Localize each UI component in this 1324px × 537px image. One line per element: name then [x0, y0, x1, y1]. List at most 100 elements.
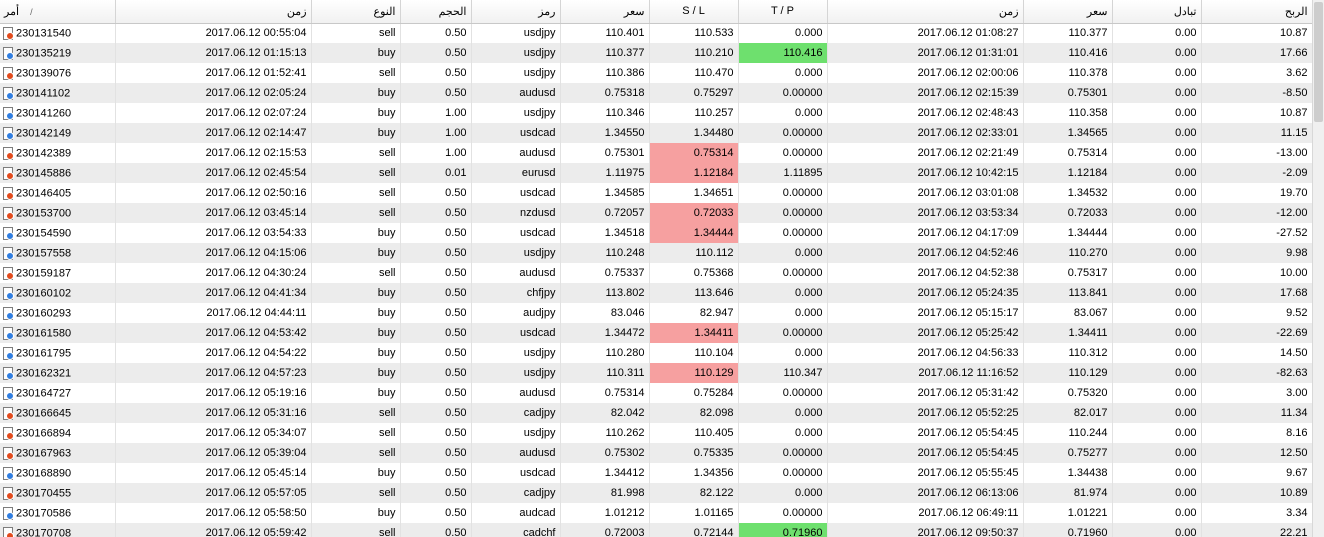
cell-open-price: 110.248	[560, 243, 650, 263]
vertical-scrollbar[interactable]	[1312, 0, 1324, 537]
cell-swap: 0.00	[1112, 243, 1202, 263]
cell-open-price: 1.34550	[560, 123, 650, 143]
column-header-sl[interactable]: S / L	[649, 0, 739, 24]
table-row[interactable]: 230170455 2017.06.12 05:57:05 sell 0.50 cadj…	[0, 483, 1312, 503]
cell-profit: 9.67	[1201, 463, 1312, 483]
table-row[interactable]: 230142149 2017.06.12 02:14:47 buy 1.00 usdca…	[0, 123, 1312, 143]
column-header-close-time[interactable]: زمن	[827, 0, 1024, 24]
header-row: أمر / زمن النوع الحجم رمز سعر S / L T / …	[0, 0, 1312, 24]
cell-ticket: 230142149	[0, 123, 116, 143]
cell-swap: 0.00	[1112, 183, 1202, 203]
cell-ticket: 230161580	[0, 323, 116, 343]
cell-sl: 82.098	[649, 403, 739, 423]
cell-swap: 0.00	[1112, 103, 1202, 123]
cell-profit: 14.50	[1201, 343, 1312, 363]
ticket-number: 230161795	[16, 346, 72, 359]
cell-open-time: 2017.06.12 04:54:22	[115, 343, 312, 363]
cell-close-time: 2017.06.12 04:17:09	[827, 223, 1024, 243]
cell-sl: 1.34480	[649, 123, 739, 143]
cell-volume: 0.50	[400, 183, 472, 203]
table-row[interactable]: 230166894 2017.06.12 05:34:07 sell 0.50 usdj…	[0, 423, 1312, 443]
ticket-number: 230168890	[16, 466, 72, 479]
table-row[interactable]: 230164727 2017.06.12 05:19:16 buy 0.50 audus…	[0, 383, 1312, 403]
cell-close-time: 2017.06.12 02:48:43	[827, 103, 1024, 123]
sell-order-icon	[2, 66, 14, 80]
table-row[interactable]: 230131540 2017.06.12 00:55:04 sell 0.50 usdj…	[0, 23, 1312, 43]
cell-sl: 113.646	[649, 283, 739, 303]
ticket-number: 230142149	[16, 126, 72, 139]
cell-symbol: audusd	[471, 443, 561, 463]
table-row[interactable]: 230167963 2017.06.12 05:39:04 sell 0.50 audu…	[0, 443, 1312, 463]
cell-type: buy	[311, 363, 401, 383]
cell-open-price: 83.046	[560, 303, 650, 323]
cell-ticket: 230170586	[0, 503, 116, 523]
buy-order-icon	[2, 326, 14, 340]
table-row[interactable]: 230160102 2017.06.12 04:41:34 buy 0.50 chfjp…	[0, 283, 1312, 303]
cell-symbol: audusd	[471, 263, 561, 283]
cell-swap: 0.00	[1112, 463, 1202, 483]
cell-type: buy	[311, 503, 401, 523]
cell-close-time: 2017.06.12 05:55:45	[827, 463, 1024, 483]
table-row[interactable]: 230139076 2017.06.12 01:52:41 sell 0.50 usdj…	[0, 63, 1312, 83]
table-row[interactable]: 230157558 2017.06.12 04:15:06 buy 0.50 usdjp…	[0, 243, 1312, 263]
cell-close-time: 2017.06.12 06:49:11	[827, 503, 1024, 523]
buy-order-icon	[2, 106, 14, 120]
cell-close-time: 2017.06.12 10:42:15	[827, 163, 1024, 183]
table-row[interactable]: 230154590 2017.06.12 03:54:33 buy 0.50 usdca…	[0, 223, 1312, 243]
cell-type: buy	[311, 43, 401, 63]
table-row[interactable]: 230170708 2017.06.12 05:59:42 sell 0.50 cadc…	[0, 523, 1312, 537]
column-header-profit[interactable]: الربح	[1201, 0, 1312, 24]
column-header-open-price[interactable]: سعر	[560, 0, 650, 24]
table-row[interactable]: 230170586 2017.06.12 05:58:50 buy 0.50 audca…	[0, 503, 1312, 523]
cell-close-time: 2017.06.12 04:52:46	[827, 243, 1024, 263]
table-row[interactable]: 230168890 2017.06.12 05:45:14 buy 0.50 usdca…	[0, 463, 1312, 483]
cell-volume: 1.00	[400, 103, 472, 123]
cell-tp: 110.416	[738, 43, 828, 63]
table-row[interactable]: 230160293 2017.06.12 04:44:11 buy 0.50 audjp…	[0, 303, 1312, 323]
cell-sl: 110.470	[649, 63, 739, 83]
cell-profit: 10.87	[1201, 23, 1312, 43]
column-header-volume[interactable]: الحجم	[400, 0, 472, 24]
sell-order-icon	[2, 166, 14, 180]
cell-tp: 0.000	[738, 103, 828, 123]
column-header-tp[interactable]: T / P	[738, 0, 828, 24]
cell-sl: 1.34444	[649, 223, 739, 243]
table-row[interactable]: 230145886 2017.06.12 02:45:54 sell 0.01 euru…	[0, 163, 1312, 183]
cell-tp: 0.00000	[738, 183, 828, 203]
cell-type: buy	[311, 223, 401, 243]
scrollbar-thumb[interactable]	[1314, 2, 1323, 122]
table-row[interactable]: 230153700 2017.06.12 03:45:14 sell 0.50 nzdu…	[0, 203, 1312, 223]
table-row[interactable]: 230135219 2017.06.12 01:15:13 buy 0.50 usdjp…	[0, 43, 1312, 63]
cell-open-time: 2017.06.12 05:45:14	[115, 463, 312, 483]
cell-ticket: 230162321	[0, 363, 116, 383]
ticket-number: 230166894	[16, 426, 72, 439]
column-header-swap[interactable]: تبادل	[1112, 0, 1202, 24]
cell-symbol: nzdusd	[471, 203, 561, 223]
table-row[interactable]: 230159187 2017.06.12 04:30:24 sell 0.50 audu…	[0, 263, 1312, 283]
column-header-open-time[interactable]: زمن	[115, 0, 312, 24]
column-header-type[interactable]: النوع	[311, 0, 401, 24]
cell-volume: 0.50	[400, 263, 472, 283]
cell-profit: 3.34	[1201, 503, 1312, 523]
cell-open-time: 2017.06.12 04:57:23	[115, 363, 312, 383]
table-row[interactable]: 230141102 2017.06.12 02:05:24 buy 0.50 audus…	[0, 83, 1312, 103]
table-row[interactable]: 230161795 2017.06.12 04:54:22 buy 0.50 usdjp…	[0, 343, 1312, 363]
column-header-order[interactable]: أمر /	[0, 0, 116, 24]
cell-swap: 0.00	[1112, 303, 1202, 323]
table-row[interactable]: 230161580 2017.06.12 04:53:42 buy 0.50 usdca…	[0, 323, 1312, 343]
table-row[interactable]: 230142389 2017.06.12 02:15:53 sell 1.00 audu…	[0, 143, 1312, 163]
cell-type: sell	[311, 203, 401, 223]
table-row[interactable]: 230166645 2017.06.12 05:31:16 sell 0.50 cadj…	[0, 403, 1312, 423]
cell-open-price: 110.346	[560, 103, 650, 123]
cell-close-time: 2017.06.12 06:13:06	[827, 483, 1024, 503]
cell-profit: 22.21	[1201, 523, 1312, 537]
cell-sl: 0.75314	[649, 143, 739, 163]
cell-profit: 10.87	[1201, 103, 1312, 123]
sell-order-icon	[2, 526, 14, 537]
table-row[interactable]: 230146405 2017.06.12 02:50:16 sell 0.50 usdc…	[0, 183, 1312, 203]
column-header-symbol[interactable]: رمز	[471, 0, 561, 24]
table-row[interactable]: 230162321 2017.06.12 04:57:23 buy 0.50 usdjp…	[0, 363, 1312, 383]
column-header-close-price[interactable]: سعر	[1023, 0, 1113, 24]
table-row[interactable]: 230141260 2017.06.12 02:07:24 buy 1.00 usdjp…	[0, 103, 1312, 123]
cell-ticket: 230164727	[0, 383, 116, 403]
